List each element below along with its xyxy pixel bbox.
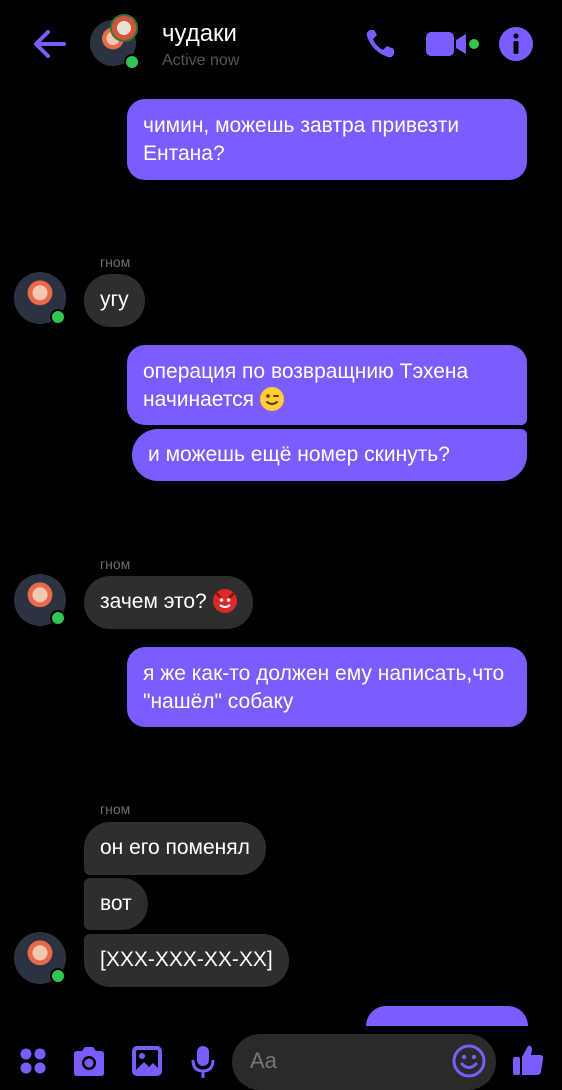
info-icon — [499, 27, 533, 61]
video-camera-icon — [426, 32, 479, 56]
message-text: чимин, можешь завтра привезти Ентана? — [143, 114, 460, 165]
group-avatar[interactable] — [88, 14, 144, 72]
message-incoming[interactable]: зачем это? — [84, 576, 253, 629]
online-indicator — [50, 968, 66, 984]
camera-button[interactable] — [70, 1044, 108, 1078]
phone-icon — [366, 30, 394, 58]
camera-icon — [74, 1047, 104, 1076]
like-button[interactable] — [510, 1042, 546, 1078]
message-text: операция по возвращнию Тэхена начинается — [143, 360, 469, 411]
microphone-icon — [191, 1046, 215, 1078]
emoji-icon — [452, 1044, 486, 1078]
active-status: Active now — [162, 52, 240, 69]
avatar-secondary — [110, 14, 138, 42]
back-arrow-icon — [34, 30, 66, 58]
message-composer[interactable] — [232, 1034, 496, 1090]
message-incoming[interactable]: [XXX-XXX-XX-XX] — [84, 934, 289, 987]
message-outgoing-partial[interactable] — [366, 1006, 528, 1026]
message-text: он его поменял — [100, 836, 250, 859]
emoji-button[interactable] — [452, 1044, 486, 1078]
voice-message-button[interactable] — [190, 1044, 216, 1080]
message-text: и можешь ещё номер скинуть? — [148, 443, 450, 466]
message-input[interactable] — [248, 1047, 442, 1075]
online-indicator — [50, 309, 66, 325]
winking-face-emoji-icon — [259, 387, 284, 411]
sender-name: гном — [100, 254, 131, 270]
message-text: вот — [100, 892, 132, 915]
devil-face-emoji-icon — [212, 589, 237, 613]
sender-name: гном — [100, 556, 131, 572]
message-text: угу — [100, 288, 129, 311]
video-call-button[interactable] — [424, 28, 482, 60]
image-icon — [132, 1046, 162, 1076]
message-text: [XXX-XXX-XX-XX] — [100, 948, 273, 971]
apps-button[interactable] — [18, 1046, 48, 1076]
message-outgoing[interactable]: чимин, можешь завтра привезти Ентана? — [127, 99, 527, 180]
info-button[interactable] — [498, 26, 534, 62]
thumbs-up-icon — [513, 1045, 544, 1075]
message-incoming[interactable]: вот — [84, 878, 148, 930]
gallery-button[interactable] — [130, 1044, 164, 1078]
apps-icon — [20, 1048, 46, 1074]
online-indicator — [124, 54, 140, 70]
message-outgoing[interactable]: я же как-то должен ему написать,что "наш… — [127, 647, 527, 727]
back-button[interactable] — [30, 26, 70, 62]
message-incoming[interactable]: угу — [84, 274, 145, 327]
message-text: зачем это? — [100, 590, 207, 613]
voice-call-button[interactable] — [362, 26, 402, 62]
message-text: я же как-то должен ему написать,что "наш… — [143, 662, 505, 713]
chat-title[interactable]: чудаки — [162, 20, 237, 48]
message-outgoing[interactable]: и можешь ещё номер скинуть? — [132, 429, 527, 481]
message-incoming[interactable]: он его поменял — [84, 822, 266, 875]
online-indicator — [50, 610, 66, 626]
message-outgoing[interactable]: операция по возвращнию Тэхена начинается — [127, 345, 527, 425]
sender-name: гном — [100, 801, 131, 817]
